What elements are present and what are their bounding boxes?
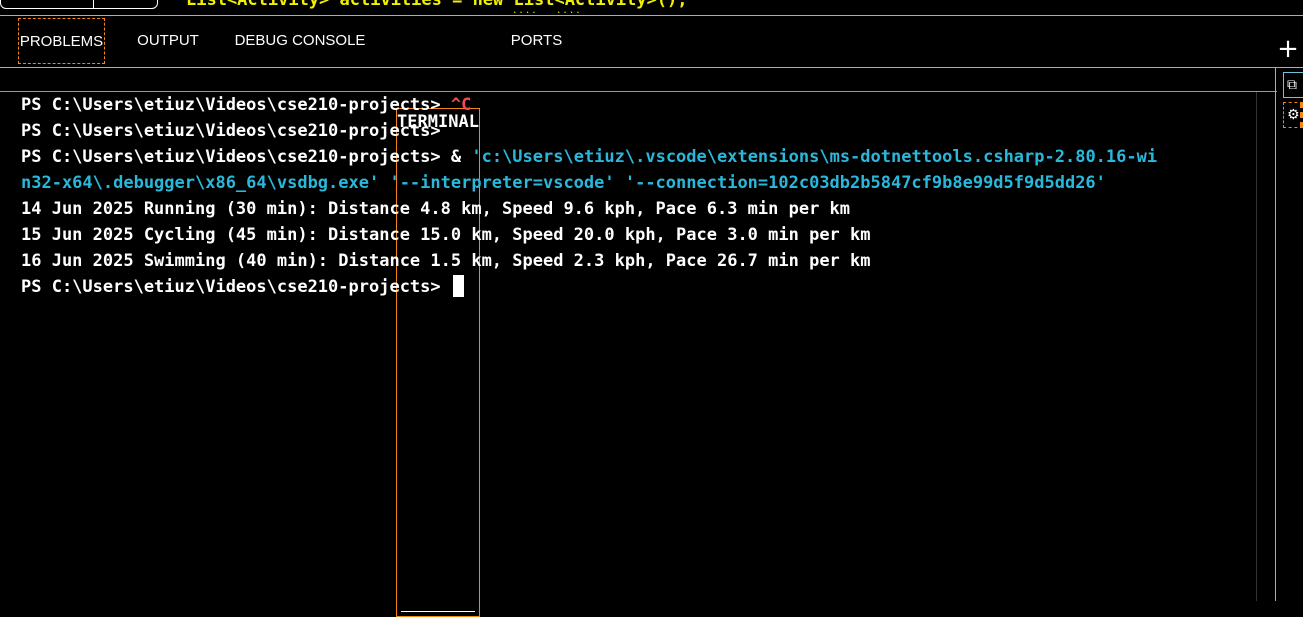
command-operator: & (440, 147, 472, 167)
output-line: 16 Jun 2025 Swimming (40 min): Distance … (21, 251, 871, 271)
active-tab-indicator (401, 611, 475, 612)
debug-icon[interactable]: ⚙ (1283, 102, 1303, 128)
editor-code-strip: List<Activity> activities = new List<Act… (0, 0, 1303, 14)
plus-icon[interactable]: + (1276, 36, 1300, 62)
terminal-list-border (1275, 68, 1276, 601)
terminal-line: PS C:\Users\etiuz\Videos\cse210-projects… (21, 118, 1256, 144)
prompt: PS C:\Users\etiuz\Videos\cse210-projects… (21, 277, 441, 297)
interrupt-text: ^C (450, 95, 472, 115)
squiggle-dots: .... (556, 6, 582, 14)
output-line: 14 Jun 2025 Running (30 min): Distance 4… (21, 199, 851, 219)
prompt: PS C:\Users\etiuz\Videos\cse210-projects… (21, 147, 441, 167)
editor-hover-box (0, 0, 158, 9)
debug-command-part1: 'c:\Users\etiuz\.vscode\extensions\ms-do… (471, 147, 1158, 167)
terminal-line: n32-x64\.debugger\x86_64\vsdbg.exe' '--i… (21, 170, 1256, 196)
tab-debug-console[interactable]: DEBUG CONSOLE (228, 18, 372, 64)
squiggle-dots: .... (512, 6, 538, 14)
debug-command-part2: n32-x64\.debugger\x86_64\vsdbg.exe' '--i… (21, 173, 1106, 193)
terminal-line: PS C:\Users\etiuz\Videos\cse210-projects… (21, 274, 1256, 300)
terminal-output[interactable]: PS C:\Users\etiuz\Videos\cse210-projects… (21, 92, 1256, 601)
panel-tab-bar: PROBLEMS OUTPUT DEBUG CONSOLE TERMINAL P… (0, 16, 1303, 617)
tab-bar-divider (0, 67, 1303, 68)
prompt: PS C:\Users\etiuz\Videos\cse210-projects… (21, 95, 441, 115)
terminal-icon[interactable]: ⧉ (1283, 72, 1303, 98)
prompt: PS C:\Users\etiuz\Videos\cse210-projects… (21, 121, 441, 141)
editor-code-line: List<Activity> activities = new List<Act… (186, 0, 688, 10)
tab-problems[interactable]: PROBLEMS (18, 18, 105, 64)
terminal-line: PS C:\Users\etiuz\Videos\cse210-projects… (21, 92, 1256, 118)
terminal-cursor (452, 275, 464, 297)
output-line: 15 Jun 2025 Cycling (45 min): Distance 1… (21, 225, 871, 245)
terminal-line: PS C:\Users\etiuz\Videos\cse210-projects… (21, 144, 1256, 170)
tab-output[interactable]: OUTPUT (130, 18, 206, 64)
terminal-instance-list: ⧉ ⚙ (1277, 70, 1303, 132)
tab-ports[interactable]: PORTS (505, 18, 568, 64)
terminal-scrollbar-track[interactable] (1256, 92, 1257, 601)
